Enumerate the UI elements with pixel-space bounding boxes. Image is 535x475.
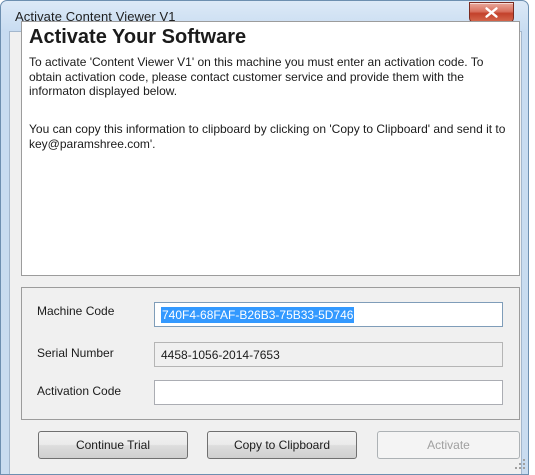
machine-code-value[interactable]: 740F4-68FAF-B26B3-75B33-5D746: [161, 307, 355, 323]
resize-grip-icon[interactable]: [515, 459, 525, 469]
close-x-icon: [485, 7, 498, 18]
serial-number-field: 4458-1056-2014-7653: [154, 342, 503, 367]
page-title: Activate Your Software: [29, 26, 247, 48]
machine-code-label: Machine Code: [37, 304, 115, 318]
continue-trial-button[interactable]: Continue Trial: [38, 431, 188, 459]
instructions-paragraph: To activate 'Content Viewer V1' on this …: [29, 55, 484, 98]
close-button[interactable]: [469, 2, 514, 23]
machine-code-field[interactable]: 740F4-68FAF-B26B3-75B33-5D746: [154, 302, 503, 327]
activation-dialog: Activate Content Viewer V1 Activate Your…: [0, 0, 529, 475]
activate-button[interactable]: Activate: [377, 431, 520, 459]
fields-panel: Machine Code 740F4-68FAF-B26B3-75B33-5D7…: [21, 287, 520, 420]
info-panel: Activate Your Software To activate 'Cont…: [21, 21, 520, 276]
serial-number-label: Serial Number: [37, 346, 114, 360]
copy-to-clipboard-button[interactable]: Copy to Clipboard: [207, 431, 357, 459]
clipboard-instructions-paragraph: You can copy this information to clipboa…: [29, 122, 506, 151]
activation-code-input[interactable]: [154, 380, 503, 405]
activation-code-label: Activation Code: [37, 384, 122, 398]
